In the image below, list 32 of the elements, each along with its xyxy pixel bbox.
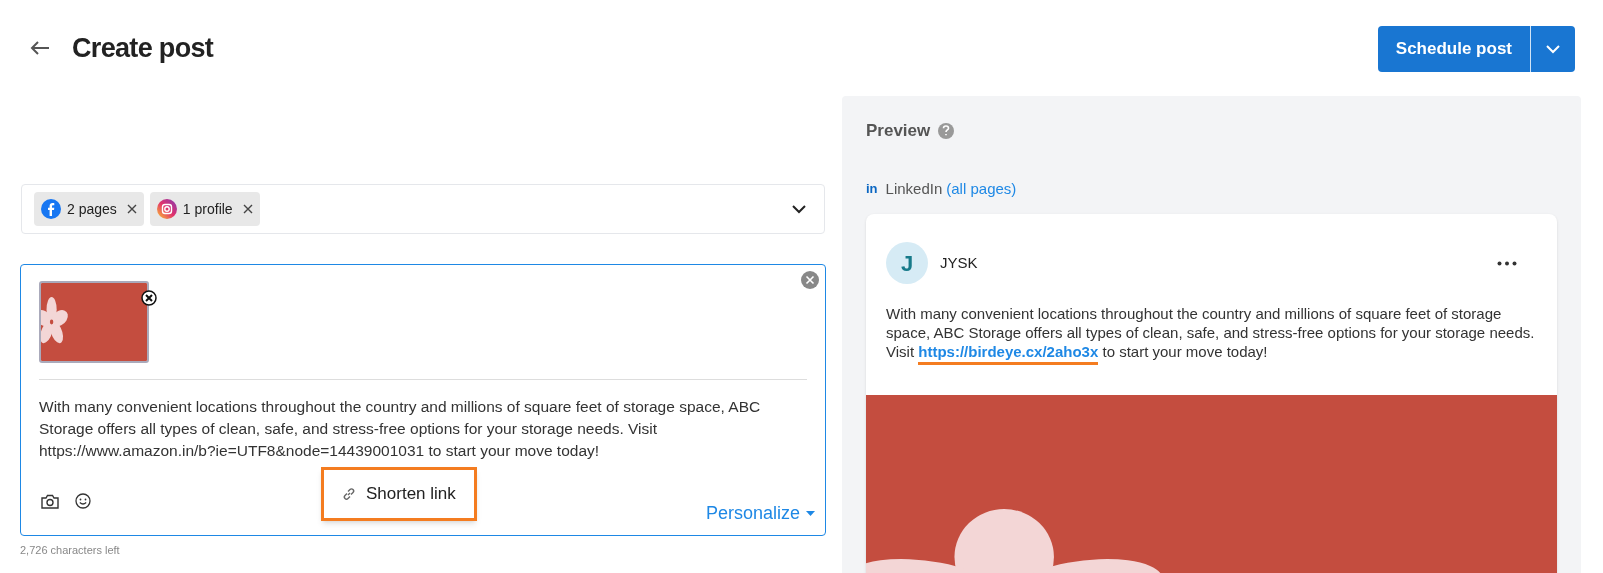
author-name: JYSK: [940, 252, 978, 273]
help-icon[interactable]: [938, 122, 955, 139]
page-title: Create post: [72, 31, 214, 65]
post-text[interactable]: With many convenient locations throughout the country and millions of square feet of storage space, ABC Storage offers all types of clean, safe, and stress-free options for your storage needs. Visit https://www.amazon.in/b?ie=UTF8&node=14439001031 to start your move today!: [39, 396, 807, 462]
channel-selector[interactable]: 2 pages 1 profile: [21, 184, 825, 234]
facebook-logo-icon: [41, 199, 61, 219]
chip-label: 1 profile: [182, 199, 233, 219]
chevron-down-icon: [1546, 44, 1560, 54]
personalize-button[interactable]: Personalize: [705, 500, 815, 527]
post-editor[interactable]: [20, 264, 826, 536]
remove-image-icon[interactable]: [141, 290, 157, 306]
chip-label: 2 pages: [67, 199, 117, 219]
linkedin-logo: in: [866, 180, 878, 198]
camera-icon[interactable]: [41, 493, 59, 509]
channel-chip[interactable]: 2 pages: [34, 192, 144, 226]
back-arrow-icon[interactable]: [30, 41, 50, 55]
more-options-icon[interactable]: [1497, 260, 1517, 266]
character-counter: 2,726 characters left: [20, 543, 121, 558]
link-icon: [342, 487, 356, 501]
instagram-logo-icon: [156, 199, 177, 219]
close-icon[interactable]: [801, 271, 819, 289]
close-icon[interactable]: [242, 204, 253, 214]
preview-title: Preview: [866, 120, 931, 142]
chevron-down-icon[interactable]: [792, 204, 806, 214]
network-label: LinkedIn: [885, 178, 943, 199]
caret-icon: [806, 511, 815, 516]
channel-chip[interactable]: 1 profile: [149, 192, 260, 226]
close-icon[interactable]: [126, 204, 137, 214]
emoji-icon[interactable]: [75, 493, 91, 509]
shorten-link-button[interactable]: Shorten link: [321, 467, 477, 521]
avatar: J: [886, 242, 928, 284]
short-link[interactable]: https://birdeye.cx/2aho3x: [918, 343, 1099, 365]
